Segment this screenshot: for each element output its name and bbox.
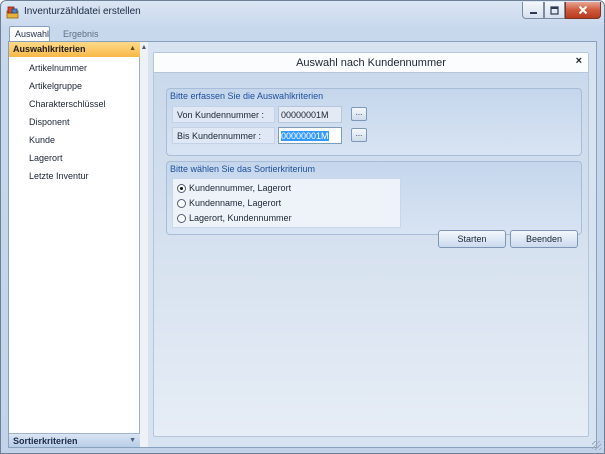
- maximize-icon: [550, 5, 559, 15]
- minimize-icon: [529, 11, 537, 14]
- sort-option-kundenname-lagerort[interactable]: Kundenname, Lagerort: [177, 197, 281, 209]
- criteria-nav: Auswahlkriterien ▲ Artikelnummer Artikel…: [9, 42, 140, 447]
- selection-panel-body: Auswahl nach Kundennummer × Bitte erfass…: [153, 52, 589, 437]
- nav-scrollbar[interactable]: ▲: [140, 42, 148, 447]
- nav-item-kunde[interactable]: Kunde: [29, 135, 55, 145]
- tab-auswahl[interactable]: Auswahl: [9, 26, 50, 42]
- nav-footer-sortierkriterien[interactable]: Sortierkriterien ▼: [9, 433, 140, 447]
- from-customer-label: Von Kundennummer :: [172, 106, 275, 123]
- nav-footer-label: Sortierkriterien: [13, 436, 78, 446]
- nav-item-disponent[interactable]: Disponent: [29, 117, 70, 127]
- radio-checked-icon[interactable]: [177, 183, 186, 193]
- panel-title-bar: Auswahl nach Kundennummer ×: [154, 53, 588, 73]
- panel-title: Auswahl nach Kundennummer: [296, 57, 446, 69]
- title-bar[interactable]: Inventurzähldatei erstellen: [1, 1, 604, 25]
- tab-ergebnis[interactable]: Ergebnis: [57, 26, 103, 41]
- nav-item-charakterschluessel[interactable]: Charakterschlüssel: [29, 99, 106, 109]
- sort-option-lagerort-kundennummer[interactable]: Lagerort, Kundennummer: [177, 212, 292, 224]
- from-customer-lookup-button[interactable]: ...: [351, 107, 367, 121]
- chevron-up-icon: ▲: [129, 45, 136, 52]
- nav-header-auswahlkriterien[interactable]: Auswahlkriterien ▲: [9, 42, 140, 57]
- nav-item-artikelnummer[interactable]: Artikelnummer: [29, 63, 87, 73]
- nav-header-label: Auswahlkriterien: [13, 44, 86, 54]
- window-title: Inventurzähldatei erstellen: [24, 6, 141, 17]
- nav-item-lagerort[interactable]: Lagerort: [29, 153, 63, 163]
- to-customer-input-selection: 00000001M: [281, 131, 329, 141]
- end-button[interactable]: Beenden: [510, 230, 578, 248]
- sort-option-label: Kundenname, Lagerort: [189, 198, 282, 208]
- sort-option-label: Kundennummer, Lagerort: [189, 183, 292, 193]
- to-customer-label: Bis Kundennummer :: [172, 127, 275, 144]
- criteria-group-title: Bitte erfassen Sie die Auswahlkriterien: [170, 91, 324, 101]
- nav-item-letzte-inventur[interactable]: Letzte Inventur: [29, 171, 89, 181]
- from-customer-input[interactable]: 00000001M: [278, 106, 342, 123]
- radio-unchecked-icon[interactable]: [177, 213, 186, 223]
- to-customer-input[interactable]: 00000001M: [278, 127, 342, 144]
- nav-item-artikelgruppe[interactable]: Artikelgruppe: [29, 81, 82, 91]
- sort-option-label: Lagerort, Kundennummer: [189, 213, 292, 223]
- maximize-button[interactable]: [544, 2, 565, 19]
- app-window: Inventurzähldatei erstellen Auswahl Erge…: [0, 0, 605, 454]
- sort-group-title: Bitte wählen Sie das Sortierkriterium: [170, 164, 316, 174]
- app-icon: [6, 6, 19, 19]
- start-button[interactable]: Starten: [438, 230, 506, 248]
- resize-grip-icon[interactable]: [592, 441, 601, 450]
- scroll-up-icon[interactable]: ▲: [140, 44, 148, 51]
- criteria-group: Bitte erfassen Sie die Auswahlkriterien …: [166, 88, 582, 156]
- sort-group: Bitte wählen Sie das Sortierkriterium Ku…: [166, 161, 582, 235]
- panel-close-icon[interactable]: ×: [576, 55, 582, 67]
- close-icon: [578, 5, 588, 15]
- radio-unchecked-icon[interactable]: [177, 198, 186, 208]
- to-customer-lookup-button[interactable]: ...: [351, 128, 367, 142]
- minimize-button[interactable]: [522, 2, 544, 19]
- sort-options: Kundennummer, Lagerort Kundenname, Lager…: [172, 178, 401, 228]
- sort-option-kundennummer-lagerort[interactable]: Kundennummer, Lagerort: [177, 182, 291, 194]
- close-window-button[interactable]: [565, 2, 601, 19]
- selection-panel: Auswahl nach Kundennummer × Bitte erfass…: [148, 42, 596, 447]
- chevron-down-icon: ▼: [129, 437, 136, 444]
